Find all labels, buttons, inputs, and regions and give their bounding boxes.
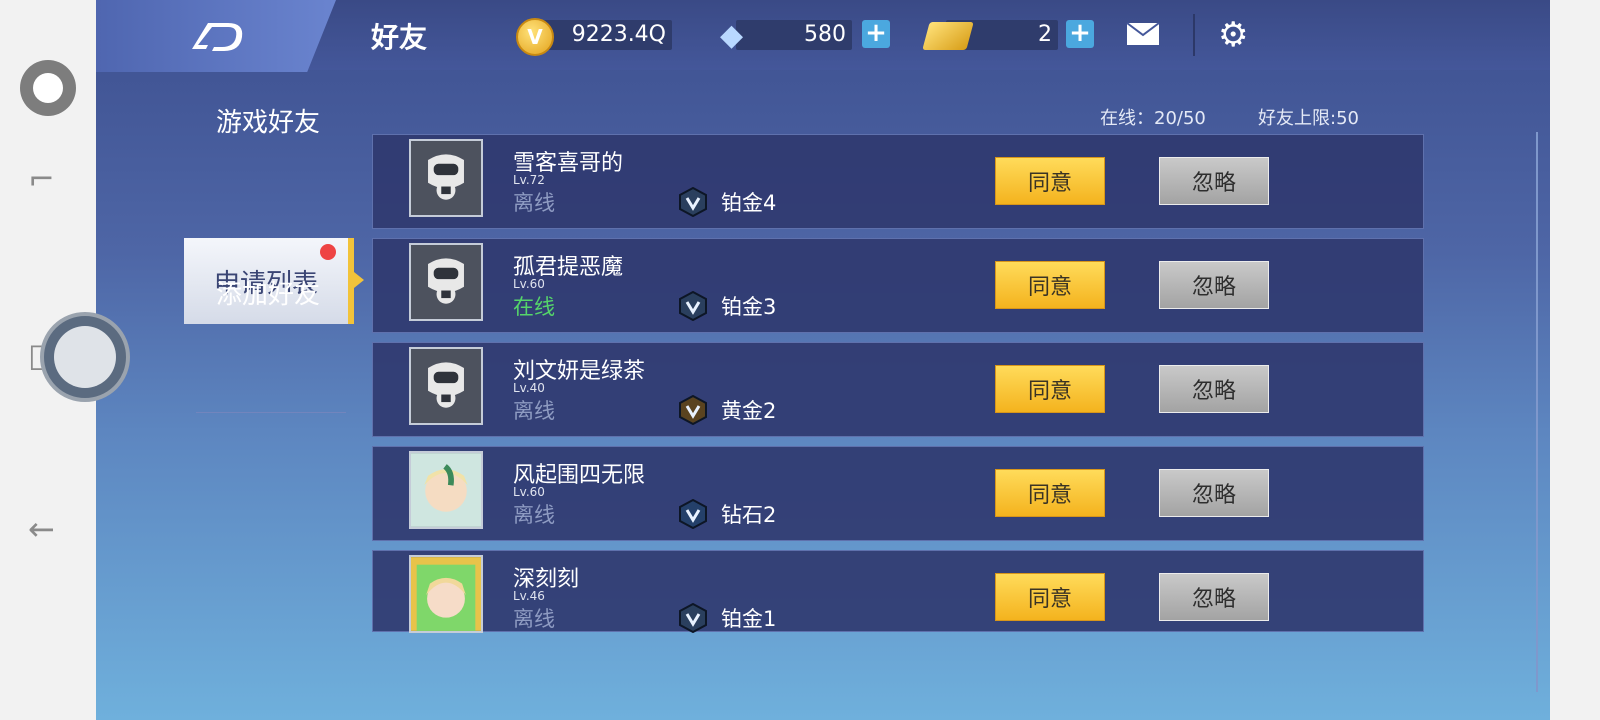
diamond-icon: ◆ bbox=[720, 18, 744, 53]
top-bar: 好友 9223.4Q V 580 ◆ + 2 + ⚙ bbox=[96, 0, 1550, 72]
menu-divider bbox=[196, 412, 346, 413]
player-rank: 黄金2 bbox=[721, 399, 777, 423]
friend-limit: 好友上限:50 bbox=[1258, 108, 1359, 129]
scrollbar[interactable] bbox=[1536, 132, 1538, 692]
avatar[interactable] bbox=[409, 139, 483, 217]
avatar[interactable] bbox=[409, 555, 483, 633]
player-level: Lv.40 bbox=[513, 381, 545, 395]
player-level: Lv.46 bbox=[513, 589, 545, 603]
ignore-button[interactable]: 忽略 bbox=[1159, 365, 1269, 413]
add-diamond-button[interactable]: + bbox=[862, 20, 890, 48]
coin-counter: 9223.4Q bbox=[536, 20, 672, 50]
agree-button[interactable]: 同意 bbox=[995, 157, 1105, 205]
online-count: 在线：20/50 bbox=[1100, 108, 1206, 129]
request-row: 刘文妍是绿茶 Lv.40 离线 黄金2 同意 忽略 bbox=[372, 342, 1424, 437]
agree-button[interactable]: 同意 bbox=[995, 573, 1105, 621]
player-rank: 铂金3 bbox=[721, 295, 777, 319]
rank-badge-icon bbox=[679, 499, 707, 529]
avatar[interactable] bbox=[409, 451, 483, 529]
page-title: 好友 bbox=[371, 21, 428, 54]
rank-badge-icon bbox=[679, 291, 707, 321]
agree-button[interactable]: 同意 bbox=[995, 261, 1105, 309]
side-menu: 游戏好友 申请列表 添加好友 bbox=[96, 72, 364, 720]
coin-icon: V bbox=[516, 18, 554, 56]
rank-badge-icon bbox=[679, 603, 707, 633]
player-level: Lv.60 bbox=[513, 277, 545, 291]
avatar[interactable] bbox=[409, 347, 483, 425]
diamond-value: 580 bbox=[804, 22, 846, 47]
avatar[interactable] bbox=[409, 243, 483, 321]
split-screen-icon[interactable]: ⌐ bbox=[28, 160, 55, 198]
ignore-button[interactable]: 忽略 bbox=[1159, 157, 1269, 205]
game-screen: 好友 9223.4Q V 580 ◆ + 2 + ⚙ 游戏好友 申请列表 添加好… bbox=[96, 0, 1550, 720]
back-arrow-icon[interactable]: ← bbox=[28, 510, 55, 548]
rank-badge-icon bbox=[679, 187, 707, 217]
rank-badge-icon bbox=[679, 395, 707, 425]
request-row: 深刻刻 Lv.46 离线 铂金1 同意 忽略 bbox=[372, 550, 1424, 633]
gear-icon[interactable]: ⚙ bbox=[1218, 18, 1248, 52]
ignore-button[interactable]: 忽略 bbox=[1159, 261, 1269, 309]
player-status: 在线 bbox=[513, 295, 555, 319]
player-status: 离线 bbox=[513, 191, 555, 215]
player-level: Lv.72 bbox=[513, 173, 545, 187]
back-logo-icon bbox=[192, 23, 243, 51]
right-system-strip bbox=[1550, 0, 1600, 720]
circle-icon[interactable] bbox=[20, 60, 76, 116]
request-row: 风起围四无限 Lv.60 离线 钻石2 同意 忽略 bbox=[372, 446, 1424, 541]
ticket-value: 2 bbox=[1038, 22, 1052, 47]
agree-button[interactable]: 同意 bbox=[995, 365, 1105, 413]
agree-button[interactable]: 同意 bbox=[995, 469, 1105, 517]
back-button[interactable] bbox=[96, 0, 336, 72]
player-status: 离线 bbox=[513, 607, 555, 631]
ignore-button[interactable]: 忽略 bbox=[1159, 469, 1269, 517]
ticket-icon bbox=[922, 22, 974, 50]
menu-game-friends[interactable]: 游戏好友 bbox=[216, 102, 320, 139]
player-rank: 钻石2 bbox=[721, 503, 777, 527]
player-level: Lv.60 bbox=[513, 485, 545, 499]
notification-dot bbox=[320, 244, 336, 260]
player-status: 离线 bbox=[513, 503, 555, 527]
player-rank: 铂金4 bbox=[721, 191, 777, 215]
request-row: 孤君提恶魔 Lv.60 在线 铂金3 同意 忽略 bbox=[372, 238, 1424, 333]
diamond-counter: 580 bbox=[736, 20, 852, 50]
request-row: 雪客喜哥的 Lv.72 离线 铂金4 同意 忽略 bbox=[372, 134, 1424, 229]
player-rank: 铂金1 bbox=[721, 607, 777, 631]
coin-value: 9223.4Q bbox=[571, 22, 666, 47]
mail-icon[interactable] bbox=[1126, 22, 1160, 46]
ignore-button[interactable]: 忽略 bbox=[1159, 573, 1269, 621]
add-ticket-button[interactable]: + bbox=[1066, 20, 1094, 48]
request-panel: 在线：20/50 好友上限:50 雪客喜哥的 Lv.72 离线 铂金4 同意 忽… bbox=[358, 72, 1548, 720]
floating-assist-ball[interactable] bbox=[40, 312, 130, 402]
player-status: 离线 bbox=[513, 399, 555, 423]
menu-add-friend[interactable]: 添加好友 bbox=[216, 274, 320, 311]
header-divider bbox=[1193, 14, 1195, 56]
